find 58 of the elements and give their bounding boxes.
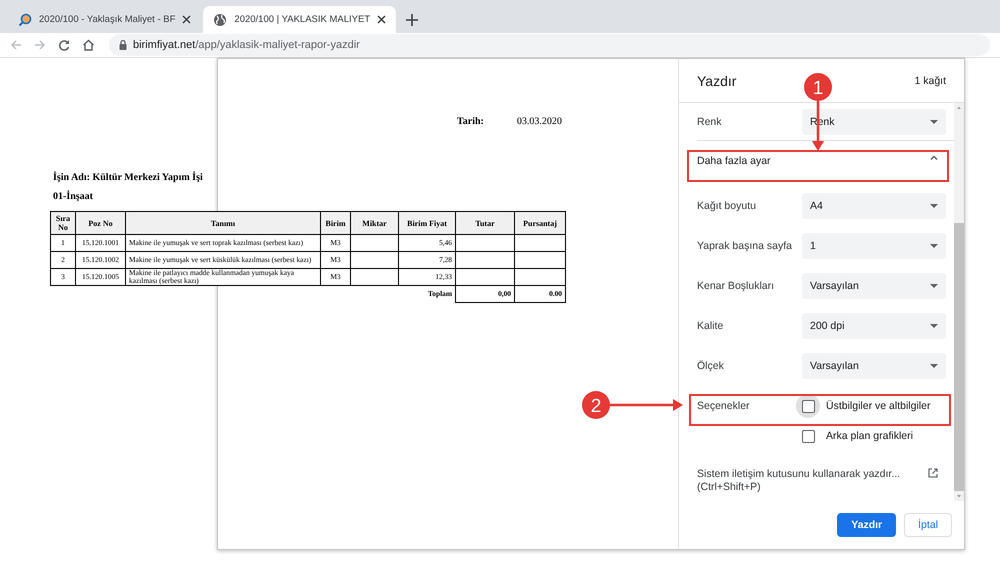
close-icon[interactable] (377, 15, 386, 24)
column-header: Poz No (76, 212, 126, 234)
chevron-up-icon (930, 155, 938, 160)
scrollbar[interactable] (954, 103, 964, 501)
setting-label: Yaprak başına sayfa (697, 240, 793, 252)
column-header: Miktar (350, 212, 398, 234)
caret-icon (930, 204, 938, 208)
address-bar[interactable]: birimfiyat.net/app/yaklasik-maliyet-rapor-yazdir (109, 34, 990, 56)
caret-icon (930, 284, 938, 288)
setting-label: Kalite (697, 320, 724, 332)
url-text[interactable]: birimfiyat.net/app/yaklasik-maliyet-rapor-yazdir (133, 39, 360, 51)
dropdown[interactable]: Varsayılan (802, 353, 946, 379)
caret-icon (930, 244, 938, 248)
dropdown[interactable]: Varsayılan (802, 273, 946, 299)
dropdown[interactable]: A4 (802, 193, 946, 219)
expander-row[interactable]: Daha fazla ayar (697, 151, 946, 182)
sheet-count: 1 kağıt (914, 74, 946, 86)
section-title: 01-İnşaat (52, 191, 94, 202)
browser-tab[interactable]: 2020/100 - Yaklaşık Maliyet - BF (8, 6, 202, 33)
setting-label: Seçenekler (697, 400, 751, 412)
home-icon[interactable] (82, 39, 95, 51)
callout-marker: 1 (804, 73, 832, 101)
dropdown[interactable]: 200 dpi (802, 313, 946, 339)
caret-icon (930, 120, 938, 124)
caret-icon (930, 324, 938, 328)
setting-label: Kenar Boşlukları (697, 280, 776, 292)
column-header: Sıra No (50, 212, 76, 234)
column-header: Tutar (456, 212, 514, 234)
checkbox-label[interactable]: Üstbilgiler ve altbilgiler (826, 400, 930, 412)
date-value: 03.03.2020 (516, 116, 562, 127)
checkbox[interactable] (802, 400, 814, 412)
plus-icon[interactable] (406, 14, 418, 26)
callout-marker: 2 (582, 391, 610, 419)
checkbox-label[interactable]: Arka plan grafikleri (826, 430, 913, 442)
reload-icon[interactable] (58, 39, 70, 51)
close-icon[interactable] (182, 15, 192, 24)
print-button[interactable]: Yazdır (837, 513, 896, 537)
column-header: Birim Fiyat (398, 212, 456, 234)
open-external-icon[interactable] (928, 468, 938, 478)
search-icon (18, 12, 32, 26)
column-header: Birim (320, 212, 350, 234)
scroll-thumb[interactable] (954, 223, 964, 491)
column-header: Tanımı (126, 212, 320, 234)
setting-label: Renk (697, 116, 723, 128)
setting-label: Kağıt boyutu (697, 200, 757, 212)
dialog-title: Yazdır (697, 72, 736, 88)
setting-label: Ölçek (697, 360, 725, 372)
system-dialog-link[interactable]: Sistem iletişim kutusunu kullanarak yazdır... (Ctrl+Shift+P) (697, 468, 917, 494)
globe-icon (213, 12, 228, 26)
checkbox[interactable] (802, 430, 814, 442)
dropdown[interactable]: 1 (802, 233, 946, 259)
cancel-button[interactable]: İptal (904, 513, 952, 537)
date-label: Tarih: (457, 116, 484, 127)
job-title: İşin Adı: Kültür Merkezi Yapım İşi (52, 172, 204, 183)
browser-tab[interactable]: 2020/100 | YAKLASIK MALIYET (203, 6, 396, 33)
lock-icon (119, 40, 127, 50)
column-header: Pursantaj (514, 212, 566, 234)
caret-icon (930, 364, 938, 368)
